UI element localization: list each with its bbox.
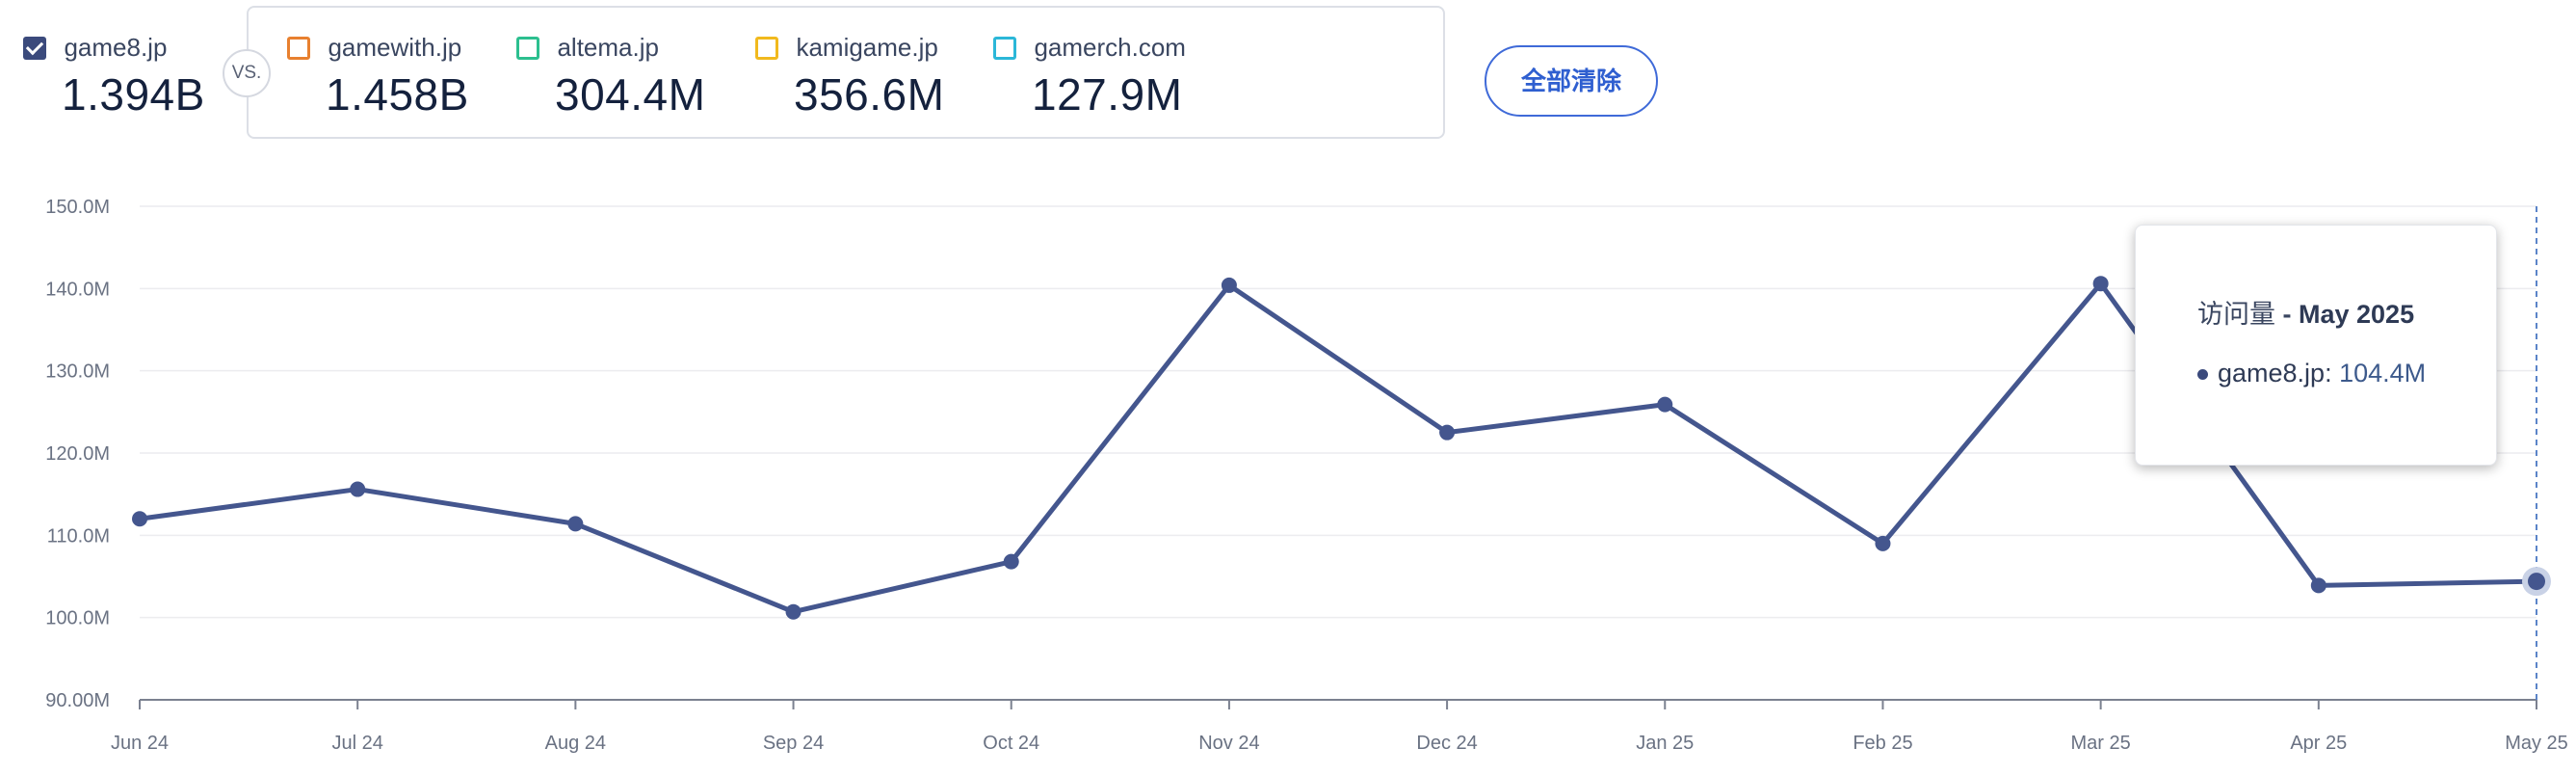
tooltip-series-row: game8.jp: 104.4M [2197,359,2426,388]
data-point [2310,577,2326,594]
data-point [350,481,366,497]
data-point [785,603,802,620]
y-tick-label: 130.0M [45,361,110,383]
y-tick-label: 140.0M [45,279,110,300]
data-point [132,511,147,527]
y-tick-label: 150.0M [45,197,110,218]
tooltip-value: 104.4M [2339,359,2427,388]
x-tick-label: May 25 [2505,733,2568,754]
x-tick-label: Nov 24 [1198,733,1259,754]
data-point [1003,553,1019,570]
x-tick-label: Feb 25 [1853,733,1912,754]
vs-badge: VS. [223,49,271,97]
data-point [1875,535,1891,551]
y-tick-label: 120.0M [45,443,110,465]
x-tick-label: Jun 24 [111,733,169,754]
x-tick-label: Jan 25 [1636,733,1694,754]
tooltip-metric: 访问量 [2197,300,2275,329]
data-point [1657,396,1673,413]
data-point [1439,424,1456,441]
x-tick-label: Mar 25 [2071,733,2131,754]
y-tick-label: 100.0M [45,608,110,629]
data-point [1221,277,1237,293]
tooltip-title: 访问量 - May 2025 [2197,293,2414,331]
data-point-highlighted [2528,573,2545,591]
tooltip-site: game8.jp [2218,359,2326,388]
series-dot-icon [2197,369,2208,381]
y-tick-label: 110.0M [47,525,110,547]
x-tick-label: Apr 25 [2290,733,2347,754]
x-tick-label: Jul 24 [331,733,382,754]
x-tick-label: Aug 24 [545,733,606,754]
x-tick-label: Oct 24 [983,733,1039,754]
chart-tooltip: 访问量 - May 2025 game8.jp: 104.4M [2135,225,2497,466]
x-tick-label: Dec 24 [1416,733,1477,754]
tooltip-month: May 2025 [2299,300,2415,329]
data-point [567,516,584,532]
tooltip-separator: - [2275,300,2299,329]
x-tick-label: Sep 24 [763,733,824,754]
y-tick-label: 90.00M [45,690,110,711]
data-point [2092,276,2109,292]
